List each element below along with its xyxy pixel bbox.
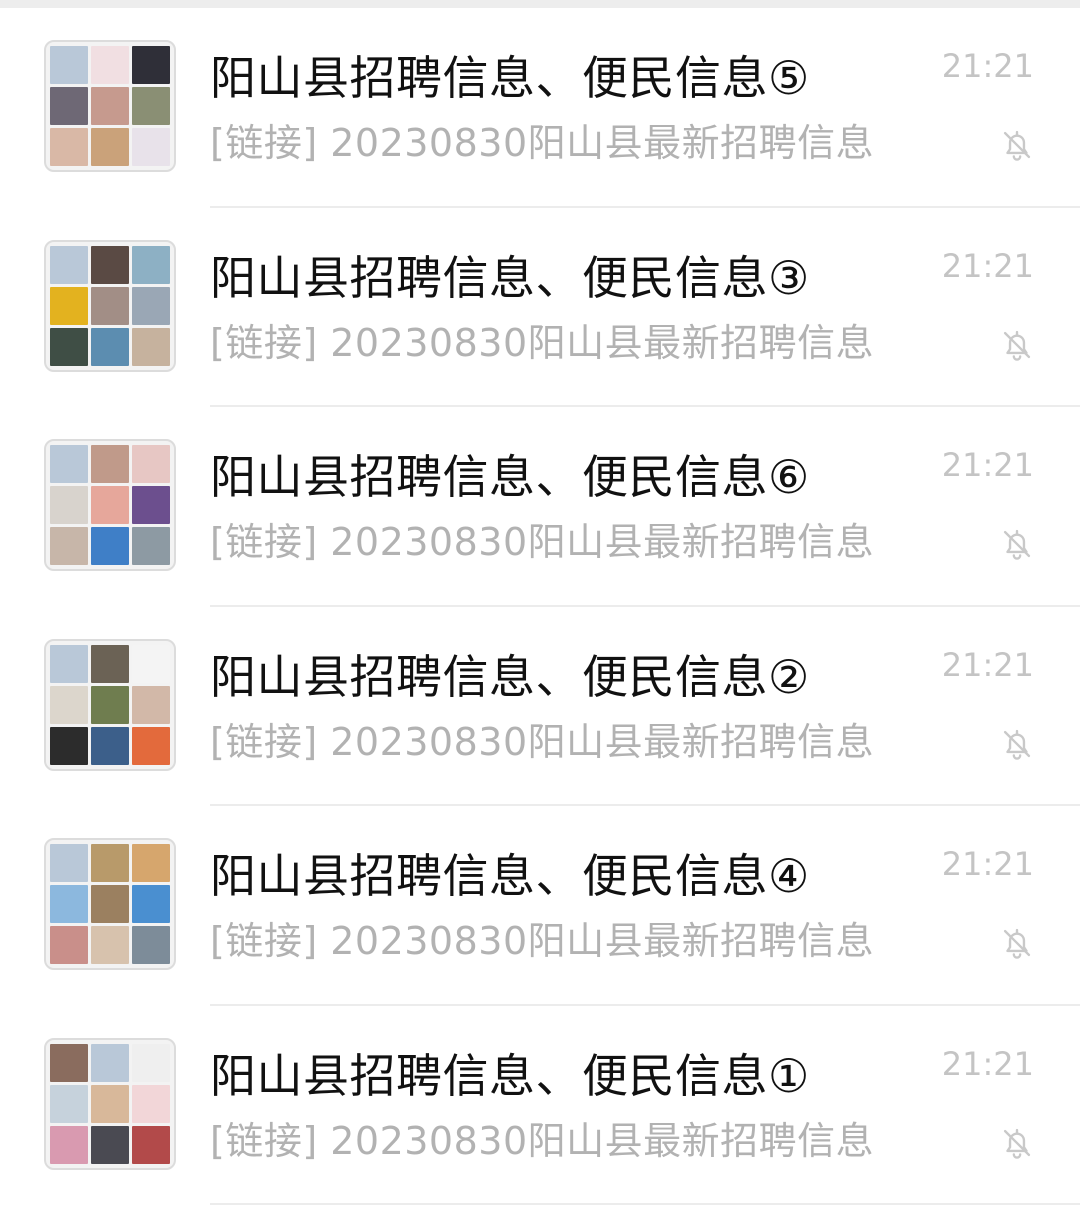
chat-title: 阳山县招聘信息、便民信息④ [210,849,810,903]
avatar-tile [50,245,88,284]
chat-item[interactable]: 阳山县招聘信息、便民信息② [链接] 20230830阳山县最新招聘信息 21:… [0,607,1080,807]
group-avatar[interactable] [44,838,176,970]
avatar-tile [50,1125,88,1164]
avatar-tile [91,885,129,923]
avatar-tile [132,87,170,125]
avatar-tile [132,644,170,683]
avatar-tile [132,486,170,524]
chat-title: 阳山县招聘信息、便民信息② [210,649,810,704]
avatar-tile [50,286,88,325]
chat-preview: [链接] 20230830阳山县最新招聘信息 [210,919,875,963]
avatar-tile [91,486,129,524]
avatar-tile [132,327,170,366]
avatar-tile [50,644,88,683]
avatar-tile [132,128,170,166]
avatar-tile [91,445,129,483]
chat-time: 21:21 [941,645,1034,684]
bell-off-icon [1003,1128,1031,1159]
avatar-tile [91,844,129,882]
chat-time: 21:21 [941,246,1034,285]
avatar-tile [132,726,170,765]
avatar-tile [132,46,170,84]
chat-preview: [链接] 20230830阳山县最新招聘信息 [210,1118,875,1163]
chat-item[interactable]: 阳山县招聘信息、便民信息① [链接] 20230830阳山县最新招聘信息 21:… [0,1006,1080,1206]
avatar-tile [91,128,129,166]
avatar-tile [91,527,129,565]
avatar-tile [132,844,170,882]
avatar-tile [91,245,129,284]
avatar-tile [50,1043,88,1082]
avatar-tile [50,1084,88,1123]
avatar-tile [132,527,170,565]
group-avatar[interactable] [44,40,176,172]
avatar-tile [50,885,88,923]
chat-time: 21:21 [941,446,1034,484]
chat-title: 阳山县招聘信息、便民信息① [210,1048,810,1103]
chat-preview: [链接] 20230830阳山县最新招聘信息 [210,719,875,764]
avatar-tile [132,1043,170,1082]
avatar-tile [50,527,88,565]
avatar-tile [132,245,170,284]
bell-off-icon [1003,928,1031,959]
avatar-tile [50,87,88,125]
avatar-tile [91,1125,129,1164]
chat-time: 21:21 [941,845,1034,883]
chat-preview: [链接] 20230830阳山县最新招聘信息 [210,520,875,564]
chat-item[interactable]: 阳山县招聘信息、便民信息③ [链接] 20230830阳山县最新招聘信息 21:… [0,208,1080,408]
chat-time: 21:21 [941,1044,1034,1083]
avatar-tile [91,726,129,765]
avatar-tile [50,726,88,765]
group-avatar[interactable] [44,439,176,571]
chat-item[interactable]: 阳山县招聘信息、便民信息④ [链接] 20230830阳山县最新招聘信息 21:… [0,806,1080,1006]
avatar-tile [50,445,88,483]
avatar-tile [91,1043,129,1082]
bell-off-icon [1003,729,1031,760]
avatar-tile [132,1125,170,1164]
chat-time: 21:21 [941,47,1034,85]
avatar-tile [50,46,88,84]
bell-off-icon [1003,130,1031,161]
avatar-tile [132,685,170,724]
bell-off-icon [1003,529,1031,560]
avatar-tile [132,926,170,964]
chat-title: 阳山县招聘信息、便民信息⑥ [210,450,810,504]
avatar-tile [132,885,170,923]
avatar-tile [91,46,129,84]
chat-title: 阳山县招聘信息、便民信息③ [210,250,810,305]
avatar-tile [132,445,170,483]
avatar-tile [50,685,88,724]
avatar-tile [91,1084,129,1123]
avatar-tile [91,685,129,724]
top-strip [0,0,1080,8]
chat-title: 阳山县招聘信息、便民信息⑤ [210,51,810,105]
avatar-tile [91,286,129,325]
avatar-tile [132,1084,170,1123]
chat-list[interactable]: 阳山县招聘信息、便民信息⑤ [链接] 20230830阳山县最新招聘信息 21:… [0,8,1080,1205]
avatar-tile [50,327,88,366]
bell-off-icon [1003,330,1031,361]
avatar-tile [50,926,88,964]
group-avatar[interactable] [44,1037,176,1170]
avatar-tile [91,926,129,964]
chat-preview: [链接] 20230830阳山县最新招聘信息 [210,121,875,165]
avatar-tile [50,844,88,882]
avatar-tile [91,644,129,683]
avatar-tile [91,327,129,366]
avatar-tile [50,128,88,166]
avatar-tile [132,286,170,325]
chat-item[interactable]: 阳山县招聘信息、便民信息⑤ [链接] 20230830阳山县最新招聘信息 21:… [0,8,1080,208]
chat-item[interactable]: 阳山县招聘信息、便民信息⑥ [链接] 20230830阳山县最新招聘信息 21:… [0,407,1080,607]
group-avatar[interactable] [44,638,176,771]
avatar-tile [91,87,129,125]
avatar-tile [50,486,88,524]
chat-preview: [链接] 20230830阳山县最新招聘信息 [210,320,875,365]
group-avatar[interactable] [44,239,176,372]
